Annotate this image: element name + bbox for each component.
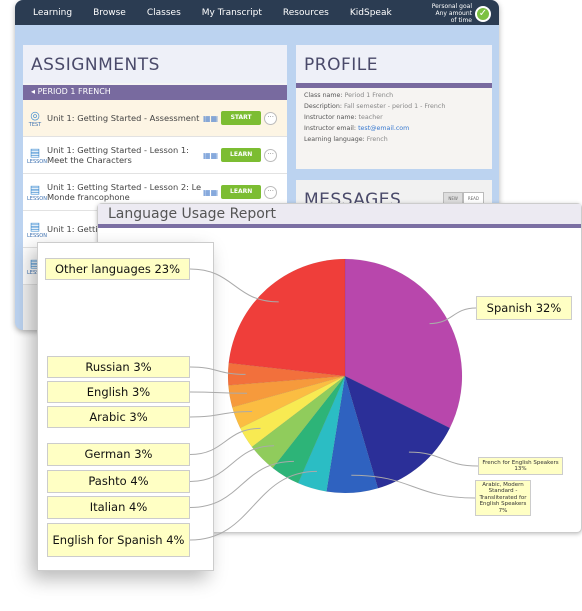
slice-label: French for English Speakers 13% — [478, 457, 563, 475]
pie-slice — [228, 258, 346, 377]
slice-label: Italian 4% — [47, 496, 190, 519]
slice-label: Spanish 32% — [476, 296, 572, 320]
slice-label: English 3% — [47, 381, 190, 403]
slice-label: German 3% — [47, 443, 190, 466]
slice-label: Pashto 4% — [47, 470, 190, 493]
slice-label: Arabic 3% — [47, 406, 190, 428]
slice-label: Other languages 23% — [45, 258, 190, 280]
slice-label: Russian 3% — [47, 356, 190, 378]
slice-label: English for Spanish 4% — [47, 523, 190, 557]
slice-label: Arabic, Modern Standard - Transliterated… — [475, 480, 531, 516]
